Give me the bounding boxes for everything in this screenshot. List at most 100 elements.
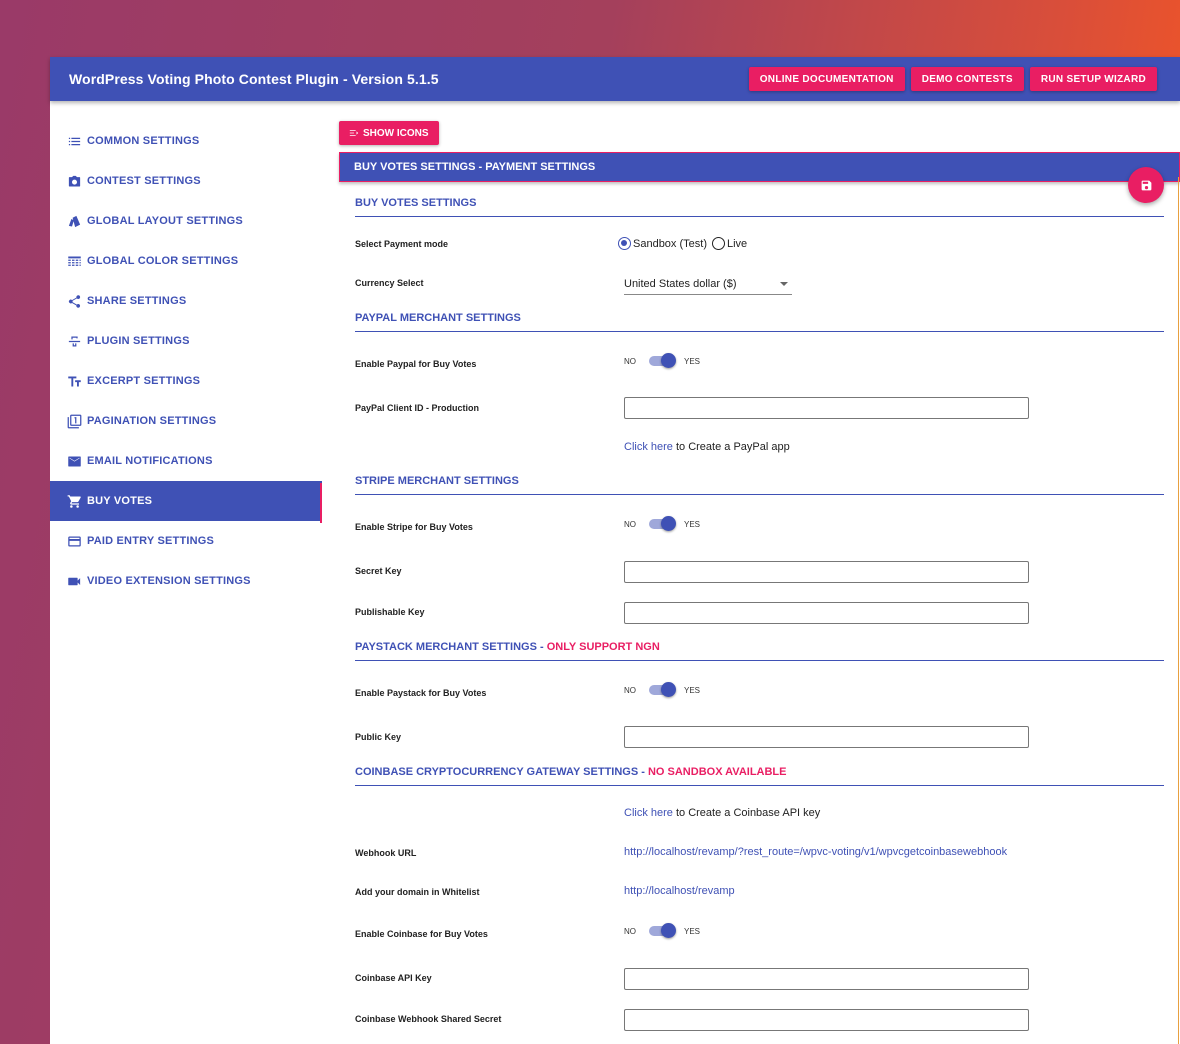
paypal-create-text: to Create a PayPal app <box>672 441 790 453</box>
switch-knob <box>661 353 676 368</box>
sidebar-item-label: GLOBAL COLOR SETTINGS <box>87 255 239 267</box>
stripe-toggle-row: NO YES <box>624 516 701 531</box>
currency-value: United States dollar ($) <box>624 277 737 290</box>
toggle-no-label: NO <box>624 519 636 529</box>
color-grid-icon <box>66 253 82 269</box>
switch-knob <box>661 923 676 938</box>
coinbase-secret-label: Coinbase Webhook Shared Secret <box>355 1014 502 1024</box>
sidebar-item-label: PAID ENTRY SETTINGS <box>87 535 215 547</box>
sandbox-radio[interactable] <box>618 237 631 250</box>
stripe-section-title: STRIPE MERCHANT SETTINGS <box>355 475 1164 495</box>
show-icons-button[interactable]: SHOW ICONS <box>339 121 439 145</box>
coinbase-api-key-label: Coinbase API Key <box>355 973 432 983</box>
filter-one-icon <box>66 413 82 429</box>
app-window: WordPress Voting Photo Contest Plugin - … <box>50 57 1180 1044</box>
video-icon <box>66 573 82 589</box>
sidebar-item-plugin-settings[interactable]: PLUGIN SETTINGS <box>50 321 322 361</box>
webhook-url-link[interactable]: http://localhost/revamp/?rest_route=/wpv… <box>624 846 1007 858</box>
enable-stripe-label: Enable Stripe for Buy Votes <box>355 522 473 532</box>
list-icon <box>66 133 82 149</box>
online-documentation-button[interactable]: ONLINE DOCUMENTATION <box>748 67 905 91</box>
paypal-section-title: PAYPAL MERCHANT SETTINGS <box>355 312 1164 332</box>
run-setup-wizard-button[interactable]: RUN SETUP WIZARD <box>1029 67 1157 91</box>
sidebar-item-global-layout-settings[interactable]: GLOBAL LAYOUT SETTINGS <box>50 201 322 241</box>
paypal-click-here-link[interactable]: Click here <box>624 441 673 453</box>
paystack-toggle-row: NO YES <box>624 682 701 697</box>
top-bar: WordPress Voting Photo Contest Plugin - … <box>50 57 1180 101</box>
currency-select[interactable]: United States dollar ($) <box>624 273 792 295</box>
coinbase-switch[interactable] <box>649 923 676 938</box>
toggle-yes-label: YES <box>684 926 701 936</box>
sidebar-item-label: GLOBAL LAYOUT SETTINGS <box>87 215 243 227</box>
enable-paystack-label: Enable Paystack for Buy Votes <box>355 688 487 698</box>
sidebar-item-share-settings[interactable]: SHARE SETTINGS <box>50 281 322 321</box>
live-radio[interactable] <box>711 237 725 250</box>
paystack-switch[interactable] <box>649 682 676 697</box>
public-key-label: Public Key <box>355 732 402 742</box>
stripe-switch[interactable] <box>649 516 676 531</box>
live-label: Live <box>726 237 748 250</box>
sidebar-item-common-settings[interactable]: COMMON SETTINGS <box>50 121 322 161</box>
share-icon <box>66 293 82 309</box>
caret-down-icon <box>780 281 788 286</box>
coinbase-create-key-line: Click here to Create a Coinbase API key <box>624 807 820 819</box>
toggle-no-label: NO <box>624 356 636 366</box>
public-key-input[interactable] <box>624 726 1029 748</box>
currency-label: Currency Select <box>355 278 424 288</box>
coinbase-warning: NO SANDBOX AVAILABLE <box>647 766 787 778</box>
save-icon <box>1141 180 1151 190</box>
header-actions: ONLINE DOCUMENTATION DEMO CONTESTS RUN S… <box>748 67 1157 91</box>
demo-contests-button[interactable]: DEMO CONTESTS <box>910 67 1024 91</box>
sidebar-item-label: PLUGIN SETTINGS <box>87 335 190 347</box>
coinbase-api-key-input[interactable] <box>624 968 1029 990</box>
switch-knob <box>661 682 676 697</box>
paypal-toggle-row: NO YES <box>624 353 701 368</box>
sidebar: COMMON SETTINGS CONTEST SETTINGS GLOBAL … <box>50 121 322 601</box>
paystack-section-title: PAYSTACK MERCHANT SETTINGS - ONLY SUPPOR… <box>355 641 1164 661</box>
app-title: WordPress Voting Photo Contest Plugin - … <box>69 71 439 87</box>
secret-key-input[interactable] <box>624 561 1029 583</box>
toggle-yes-label: YES <box>684 356 701 366</box>
sidebar-item-label: EXCERPT SETTINGS <box>87 375 201 387</box>
paypal-create-app-line: Click here to Create a PayPal app <box>624 441 790 453</box>
text-fields-icon <box>66 373 82 389</box>
show-icons-label: SHOW ICONS <box>363 127 429 139</box>
sidebar-item-global-color-settings[interactable]: GLOBAL COLOR SETTINGS <box>50 241 322 281</box>
publishable-key-input[interactable] <box>624 602 1029 624</box>
sidebar-item-pagination-settings[interactable]: PAGINATION SETTINGS <box>50 401 322 441</box>
sidebar-item-label: EMAIL NOTIFICATIONS <box>87 455 213 467</box>
coinbase-secret-input[interactable] <box>624 1009 1029 1031</box>
paypal-switch[interactable] <box>649 353 676 368</box>
sidebar-item-email-notifications[interactable]: EMAIL NOTIFICATIONS <box>50 441 322 481</box>
enable-paypal-label: Enable Paypal for Buy Votes <box>355 359 477 369</box>
whitelist-url-link[interactable]: http://localhost/revamp <box>624 885 735 897</box>
coinbase-create-text: to Create a Coinbase API key <box>672 807 821 819</box>
toggle-no-label: NO <box>624 685 636 695</box>
sidebar-item-excerpt-settings[interactable]: EXCERPT SETTINGS <box>50 361 322 401</box>
sidebar-item-label: PAGINATION SETTINGS <box>87 415 217 427</box>
cart-icon <box>66 493 82 509</box>
sidebar-item-buy-votes[interactable]: BUY VOTES <box>50 481 322 521</box>
sidebar-item-paid-entry-settings[interactable]: PAID ENTRY SETTINGS <box>50 521 322 561</box>
mail-icon <box>66 453 82 469</box>
toggle-yes-label: YES <box>684 519 701 529</box>
sidebar-item-label: CONTEST SETTINGS <box>87 175 201 187</box>
payment-mode-label: Select Payment mode <box>355 239 449 249</box>
sidebar-item-label: COMMON SETTINGS <box>87 135 200 147</box>
sidebar-item-label: SHARE SETTINGS <box>87 295 187 307</box>
sidebar-item-video-extension-settings[interactable]: VIDEO EXTENSION SETTINGS <box>50 561 322 601</box>
toggle-yes-label: YES <box>684 685 701 695</box>
publishable-key-label: Publishable Key <box>355 607 425 617</box>
toggle-no-label: NO <box>624 926 636 936</box>
coinbase-section-title: COINBASE CRYPTOCURRENCY GATEWAY SETTINGS… <box>355 766 1164 786</box>
switch-knob <box>661 516 676 531</box>
sidebar-item-label: BUY VOTES <box>87 495 153 507</box>
layout-icon <box>66 213 82 229</box>
card-icon <box>66 533 82 549</box>
sidebar-item-contest-settings[interactable]: CONTEST SETTINGS <box>50 161 322 201</box>
section-banner: BUY VOTES SETTINGS - PAYMENT SETTINGS <box>339 152 1180 182</box>
payment-mode-radio-group: Sandbox (Test) Live <box>618 237 747 250</box>
paypal-client-id-input[interactable] <box>624 397 1029 419</box>
camera-icon <box>66 173 82 189</box>
coinbase-click-here-link[interactable]: Click here <box>624 807 673 819</box>
